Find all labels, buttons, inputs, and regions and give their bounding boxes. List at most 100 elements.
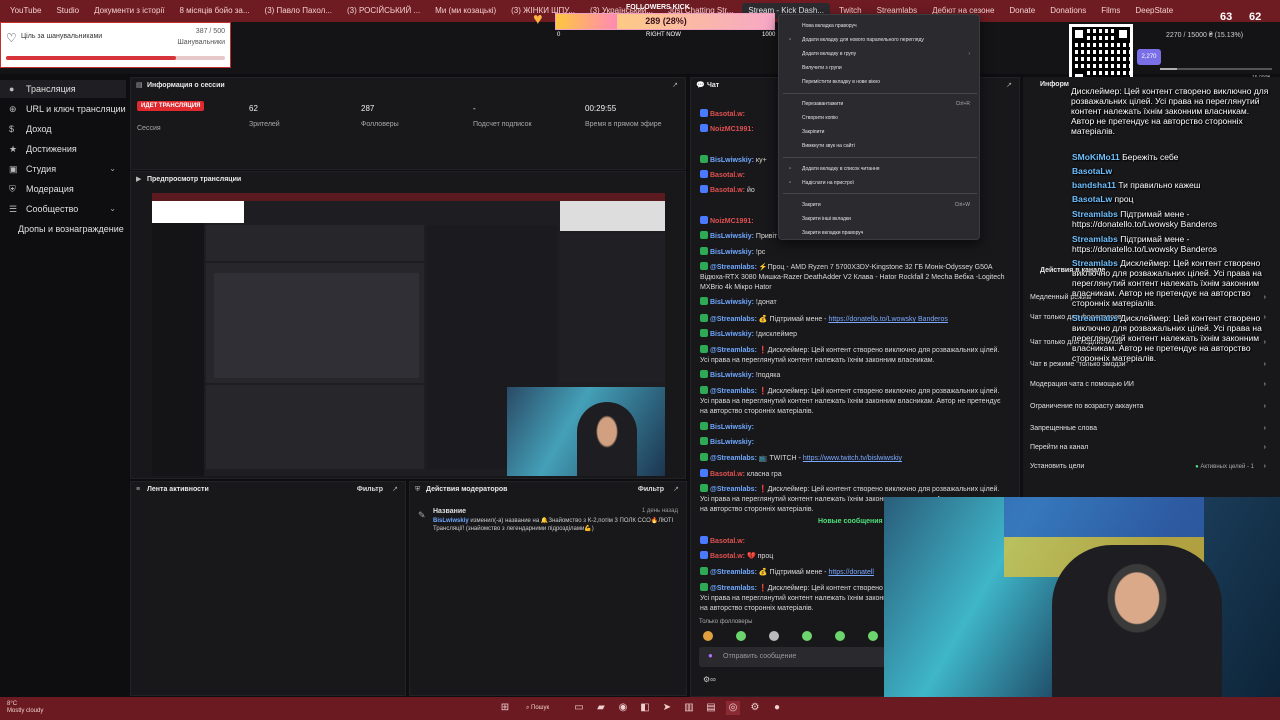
chat-username[interactable]: Basotal.w:: [710, 111, 745, 118]
browser-tab[interactable]: Ми (ми козацькі): [429, 3, 502, 19]
context-menu-item[interactable]: ▫ Додати вкладку в список читання: [789, 164, 976, 174]
chat-username[interactable]: NoizMC1991:: [710, 218, 754, 225]
sidebar-item[interactable]: ▣ Студия ⌄: [0, 160, 126, 178]
context-menu-item[interactable]: Закрити вкладки праворуч: [802, 228, 976, 238]
chrome-icon[interactable]: ◎: [726, 701, 740, 715]
chat-link[interactable]: https://donatello.to/Lwowsky Banderos: [828, 316, 947, 323]
context-menu-item[interactable]: Вилучити з групи: [802, 63, 976, 73]
app-icon[interactable]: ▤: [704, 701, 718, 715]
channel-action-row[interactable]: Модерация чата с помощью ИИ ›: [1030, 378, 1266, 392]
task-view-icon[interactable]: ▭: [572, 701, 586, 715]
sidebar-item[interactable]: ⛨ Модерация: [0, 180, 126, 198]
emote-icon[interactable]: [802, 631, 812, 641]
chat-username[interactable]: BisLwiwskiy:: [710, 299, 754, 306]
browser-tab[interactable]: Donate: [1003, 3, 1041, 19]
chat-username[interactable]: @Streamlabs:: [710, 486, 757, 493]
app-icon[interactable]: ▥: [682, 701, 696, 715]
user-badge-icon: [700, 583, 708, 591]
chevron-down-icon[interactable]: ⌄: [109, 200, 116, 218]
emote-icon[interactable]: ●: [708, 651, 713, 660]
context-menu-item[interactable]: ▫ Додати вкладку для нового паралельного …: [789, 35, 976, 45]
sidebar-item[interactable]: $ Доход: [0, 120, 126, 138]
channel-action-row[interactable]: Перейти на канал ›: [1030, 441, 1266, 455]
context-menu-item[interactable]: Закріпити: [802, 127, 976, 137]
context-menu-item[interactable]: Закрити інші вкладки: [802, 214, 976, 224]
chat-username[interactable]: Basotal.w:: [710, 187, 745, 194]
browser-tab[interactable]: 8 місяців бойо за...: [173, 3, 255, 19]
sidebar-item[interactable]: Дропы и вознаграждение: [0, 220, 126, 238]
sidebar-item[interactable]: ● Трансляция: [0, 80, 126, 98]
folder-icon[interactable]: ▰: [594, 701, 608, 715]
chat-username[interactable]: @Streamlabs:: [710, 316, 757, 323]
emote-icon[interactable]: [769, 631, 779, 641]
context-menu-item[interactable]: Вимкнути звук на сайті: [802, 141, 976, 151]
emote-icon[interactable]: [835, 631, 845, 641]
emote-icon[interactable]: [736, 631, 746, 641]
chat-username[interactable]: BisLwiwskiy:: [710, 249, 754, 256]
chat-username[interactable]: @Streamlabs:: [710, 585, 757, 592]
chat-link[interactable]: https://www.twitch.tv/bislwiwskiy: [803, 455, 902, 462]
chat-username[interactable]: Basotal.w:: [710, 471, 745, 478]
chat-username[interactable]: Basotal.w:: [710, 553, 745, 560]
chat-username[interactable]: @Streamlabs:: [710, 264, 757, 271]
channel-action-row[interactable]: Ограничение по возрасту аккаунта ›: [1030, 400, 1266, 414]
browser-tab[interactable]: Studio: [50, 3, 85, 19]
start-icon[interactable]: ⊞: [498, 701, 512, 715]
obs-icon[interactable]: ●: [770, 701, 784, 715]
chat-link[interactable]: https://donatell: [828, 569, 874, 576]
channel-action-row[interactable]: Запрещенные слова ›: [1030, 422, 1266, 436]
context-menu-item[interactable]: Перемістити вкладку в нове вікно: [802, 77, 976, 87]
browser-tab[interactable]: Films: [1095, 3, 1126, 19]
sidebar-item[interactable]: ★ Достижения: [0, 140, 126, 158]
sidebar-item[interactable]: ⊕ URL и ключ трансляции: [0, 100, 126, 118]
new-messages-indicator[interactable]: Новые сообщения: [818, 518, 883, 525]
browser-tab[interactable]: (3) Павло Пахол...: [259, 3, 338, 19]
chat-message-input[interactable]: Отправить сообщение: [699, 647, 885, 667]
popout-icon[interactable]: ↗: [392, 482, 398, 498]
chat-username[interactable]: NoizMC1991:: [710, 126, 754, 133]
weather-widget[interactable]: 8°C Mostly cloudy: [7, 701, 43, 715]
sidebar-item[interactable]: ☰ Сообщество ⌄: [0, 200, 126, 218]
browser-tab[interactable]: YouTube: [4, 3, 47, 19]
steam-icon[interactable]: ⚙: [748, 701, 762, 715]
browser-icon[interactable]: ◉: [616, 701, 630, 715]
telegram-icon[interactable]: ➤: [660, 701, 674, 715]
chat-username[interactable]: Basotal.w:: [710, 538, 745, 545]
browser-tab[interactable]: Donations: [1044, 3, 1092, 19]
popout-icon[interactable]: ↗: [672, 78, 678, 94]
channel-action-row[interactable]: Установить цели ● Активных целей - 1 ›: [1030, 460, 1266, 474]
context-menu-item[interactable]: Нова вкладка праворуч: [802, 21, 976, 31]
chat-username[interactable]: @Streamlabs:: [710, 347, 757, 354]
popout-icon[interactable]: ↗: [1006, 78, 1012, 94]
settings-icon[interactable]: ⚙∞: [703, 675, 716, 684]
overlay-chat-text: Бережіть себе: [1122, 152, 1179, 162]
mod-filter-button[interactable]: Фильтр: [638, 482, 664, 498]
chat-username[interactable]: BisLwiwskiy:: [710, 372, 754, 379]
browser-tab[interactable]: (3) РОСІЙСЬКИЙ ...: [341, 3, 426, 19]
popout-icon[interactable]: ↗: [673, 482, 679, 498]
emote-icon[interactable]: [868, 631, 878, 641]
context-menu-item[interactable]: ▫ Надіслати на пристрої: [789, 178, 976, 188]
preview-activity: [206, 385, 424, 469]
context-menu-item[interactable]: Перезавантажити Ctrl+R: [802, 99, 976, 109]
context-menu-item[interactable]: Закрити Ctrl+W: [802, 200, 976, 210]
chat-username[interactable]: Basotal.w:: [710, 172, 745, 179]
chat-username[interactable]: BisLwiwskiy:: [710, 424, 754, 431]
context-menu-item[interactable]: Створити копію: [802, 113, 976, 123]
chat-username[interactable]: @Streamlabs:: [710, 455, 757, 462]
chat-username[interactable]: @Streamlabs:: [710, 569, 757, 576]
taskbar-search[interactable]: ⌕ Пошук: [526, 701, 564, 715]
chevron-down-icon[interactable]: ⌄: [109, 160, 116, 178]
emote-icon[interactable]: [703, 631, 713, 641]
chat-username[interactable]: BisLwiwskiy:: [710, 439, 754, 446]
store-icon[interactable]: ◧: [638, 701, 652, 715]
chat-username[interactable]: BisLwiwskiy:: [710, 331, 754, 338]
chat-username[interactable]: @Streamlabs:: [710, 388, 757, 395]
chat-username[interactable]: BisLwiwskiy:: [710, 157, 754, 164]
chat-username[interactable]: BisLwiwskiy:: [710, 233, 754, 240]
activity-filter-button[interactable]: Фильтр: [357, 482, 383, 498]
mod-entry-user[interactable]: BisLwiwskiy: [433, 518, 469, 524]
browser-tab[interactable]: DeepState: [1129, 3, 1179, 19]
context-menu-item[interactable]: Додати вкладку в групу ›: [802, 49, 976, 59]
browser-tab[interactable]: Документи з історії: [88, 3, 170, 19]
